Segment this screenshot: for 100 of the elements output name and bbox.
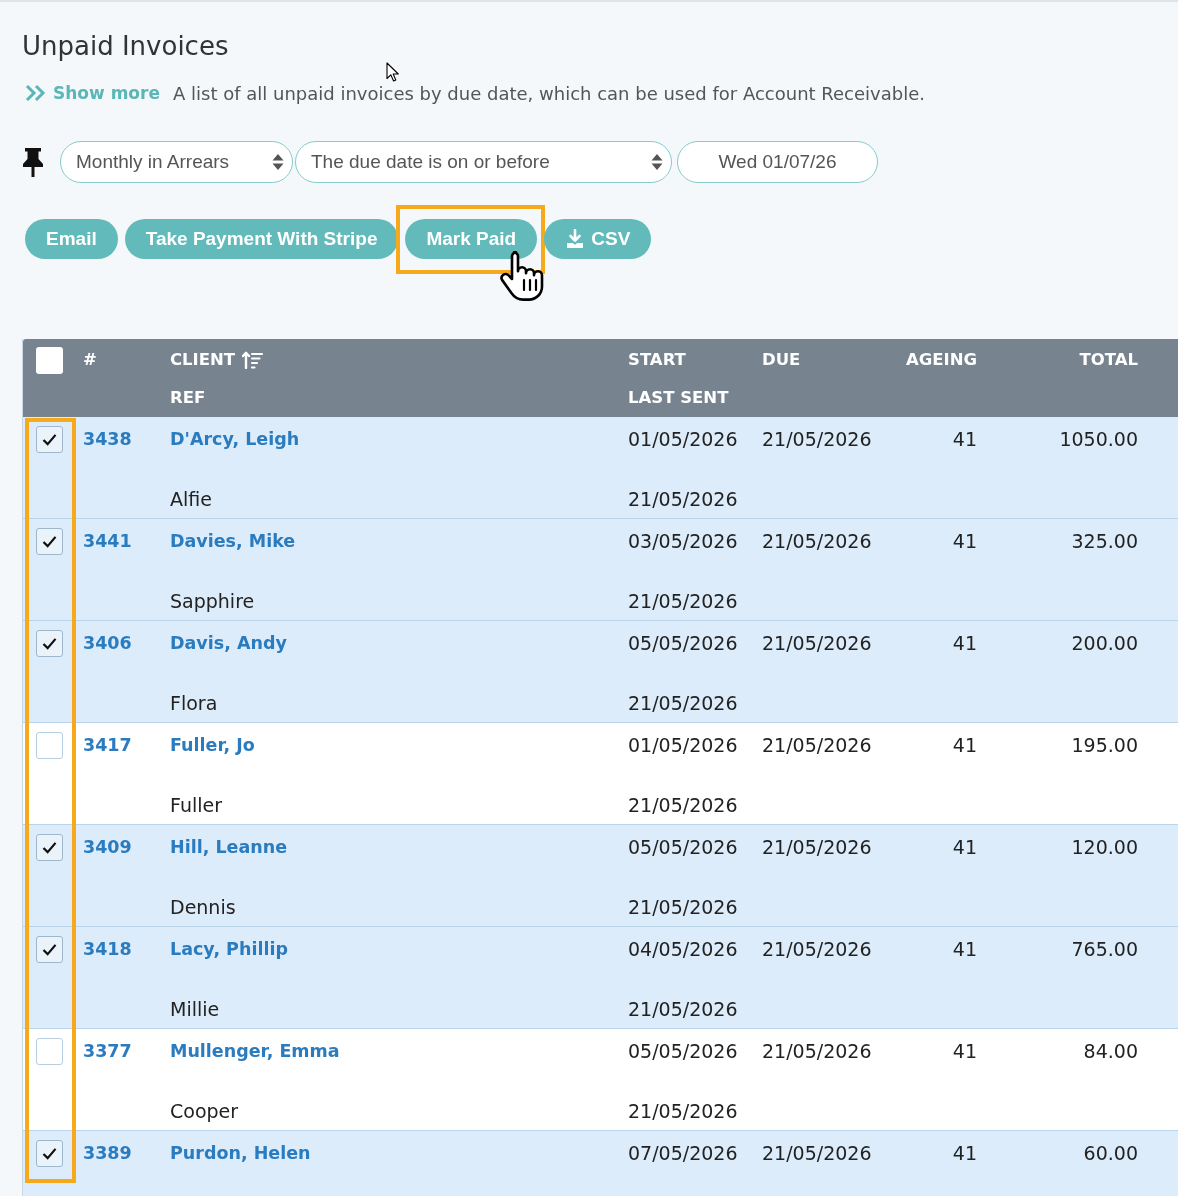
invoice-number-link[interactable]: 3417	[83, 730, 170, 760]
action-button[interactable]: CSV	[544, 219, 652, 259]
ref-cell-text: Flora	[170, 691, 219, 716]
invoice-number-link[interactable]: 3441	[83, 526, 170, 556]
ageing-cell-text: 41	[952, 631, 977, 656]
page-description: A list of all unpaid invoices by due date, which can be used for Account Receivable.	[172, 82, 925, 104]
client-name-link[interactable]: D'Arcy, Leigh	[170, 424, 628, 454]
row-checkbox[interactable]	[36, 1037, 63, 1065]
ageing-cell-text: 41	[952, 937, 977, 962]
ref-cell-text: Alfie	[170, 487, 213, 512]
column-header[interactable]: TOTAL	[1079, 345, 1138, 375]
pin-icon[interactable]	[21, 146, 45, 178]
ageing-cell-text: 41	[952, 1039, 977, 1064]
dropdown-select[interactable]: The due date is on or before	[295, 141, 672, 183]
ref-cell-text: Dennis	[170, 895, 237, 920]
ageing-cell-text: 41	[952, 835, 977, 860]
column-header[interactable]: START	[628, 345, 762, 375]
column-header[interactable]: DUE	[762, 345, 882, 375]
last-sent-cell-text: 21/05/2026	[628, 793, 739, 818]
invoice-number-link[interactable]: 3418	[83, 934, 170, 964]
client-name-link[interactable]: Davis, Andy	[170, 628, 628, 658]
select-all-checkbox[interactable]	[36, 346, 63, 374]
ref-cell-text: Millie	[170, 997, 221, 1022]
total-cell-text: 120.00	[1071, 835, 1138, 860]
due-date-cell-text: 21/05/2026	[762, 427, 873, 452]
row-checkbox[interactable]	[36, 527, 63, 555]
last-sent-cell-text: 21/05/2026	[628, 895, 739, 920]
last-sent-cell-text: 21/05/2026	[628, 589, 739, 614]
last-sent-cell-text: 21/05/2026	[628, 1099, 739, 1124]
table-row[interactable]: 3377 Mullenger, Emma 05/05/2026 21/05/2026 41 84.00 Cooper 21/05/2026	[23, 1029, 1178, 1131]
up-down-arrows-icon	[271, 152, 285, 172]
start-date-cell-text: 04/05/2026	[628, 937, 739, 962]
client-name-link[interactable]: Fuller, Jo	[170, 730, 628, 760]
pointer-cursor-icon	[386, 62, 400, 82]
table-row[interactable]: 3441 Davies, Mike 03/05/2026 21/05/2026 41 325.00 Sapphire 21/05/2026	[23, 519, 1178, 621]
client-name-link[interactable]: Mullenger, Emma	[170, 1036, 628, 1066]
table-row[interactable]: 3389 Purdon, Helen 07/05/2026 21/05/2026 41 60.00	[23, 1131, 1178, 1196]
due-date-cell-text: 21/05/2026	[762, 1141, 873, 1166]
table-row[interactable]: 3417 Fuller, Jo 01/05/2026 21/05/2026 41 195.00 Fuller 21/05/2026	[23, 723, 1178, 825]
total-cell-text: 325.00	[1071, 529, 1138, 554]
action-button[interactable]: Mark Paid	[405, 219, 538, 259]
dropdown-select[interactable]: Monthly in Arrears	[60, 141, 293, 183]
table-row[interactable]: 3409 Hill, Leanne 05/05/2026 21/05/2026 41 120.00 Dennis 21/05/2026	[23, 825, 1178, 927]
total-cell-text: 60.00	[1083, 1141, 1138, 1166]
ref-cell-text: Sapphire	[170, 589, 256, 614]
start-date-cell-text: 05/05/2026	[628, 631, 739, 656]
invoice-number-link[interactable]: 3438	[83, 424, 170, 454]
table-row[interactable]: 3438 D'Arcy, Leigh 01/05/2026 21/05/2026 41 1050.00 Alfie 21/05/2026	[23, 417, 1178, 519]
start-date-cell-text: 03/05/2026	[628, 529, 739, 554]
show-more-link[interactable]: Show more	[53, 83, 160, 103]
ageing-cell-text: 41	[952, 733, 977, 758]
total-cell-text: 200.00	[1071, 631, 1138, 656]
column-header[interactable]: #	[83, 345, 170, 375]
due-date-cell-text: 21/05/2026	[762, 937, 873, 962]
row-checkbox[interactable]	[36, 1139, 63, 1167]
last-sent-cell-text: 21/05/2026	[628, 997, 739, 1022]
ageing-cell-text: 41	[952, 427, 977, 452]
client-name-link[interactable]: Purdon, Helen	[170, 1138, 628, 1168]
column-header[interactable]: LAST SENT	[628, 383, 762, 413]
invoice-number-link[interactable]: 3377	[83, 1036, 170, 1066]
download-icon	[565, 229, 586, 249]
column-header[interactable]: AGEING	[905, 345, 977, 375]
last-sent-cell-text: 21/05/2026	[628, 691, 739, 716]
row-checkbox[interactable]	[36, 731, 63, 759]
ageing-cell-text: 41	[952, 1141, 977, 1166]
row-checkbox[interactable]	[36, 935, 63, 963]
due-date-cell-text: 21/05/2026	[762, 529, 873, 554]
client-name-link[interactable]: Davies, Mike	[170, 526, 628, 556]
client-name-link[interactable]: Hill, Leanne	[170, 832, 628, 862]
total-cell-text: 1050.00	[1059, 427, 1138, 452]
start-date-cell-text: 05/05/2026	[628, 1039, 739, 1064]
due-date-cell-text: 21/05/2026	[762, 733, 873, 758]
up-down-arrows-icon	[650, 152, 664, 172]
action-button[interactable]: Email	[25, 219, 118, 259]
total-cell-text: 84.00	[1083, 1039, 1138, 1064]
start-date-cell-text: 05/05/2026	[628, 835, 739, 860]
invoice-number-link[interactable]: 3409	[83, 832, 170, 862]
ref-cell-text: Fuller	[170, 793, 223, 818]
due-date-cell-text: 21/05/2026	[762, 631, 873, 656]
row-checkbox[interactable]	[36, 425, 63, 453]
column-header[interactable]: CLIENT	[170, 345, 236, 375]
sort-ascending-icon[interactable]	[242, 351, 265, 369]
due-date-cell-text: 21/05/2026	[762, 1039, 873, 1064]
client-name-link[interactable]: Lacy, Phillip	[170, 934, 628, 964]
row-checkbox[interactable]	[36, 629, 63, 657]
total-cell-text: 765.00	[1071, 937, 1138, 962]
column-header[interactable]: REF	[170, 383, 628, 413]
invoice-number-link[interactable]: 3389	[83, 1138, 170, 1168]
start-date-cell-text: 07/05/2026	[628, 1141, 739, 1166]
start-date-cell-text: 01/05/2026	[628, 427, 739, 452]
due-date-cell-text: 21/05/2026	[762, 835, 873, 860]
invoice-number-link[interactable]: 3406	[83, 628, 170, 658]
action-button[interactable]: Take Payment With Stripe	[124, 219, 399, 259]
start-date-cell-text: 01/05/2026	[628, 733, 739, 758]
row-checkbox[interactable]	[36, 833, 63, 861]
table-row[interactable]: 3406 Davis, Andy 05/05/2026 21/05/2026 41 200.00 Flora 21/05/2026	[23, 621, 1178, 723]
table-row[interactable]: 3418 Lacy, Phillip 04/05/2026 21/05/2026 41 765.00 Millie 21/05/2026	[23, 927, 1178, 1029]
page-title: Unpaid Invoices	[22, 30, 230, 63]
date-field[interactable]: Wed 01/07/26	[677, 141, 878, 183]
ageing-cell-text: 41	[952, 529, 977, 554]
